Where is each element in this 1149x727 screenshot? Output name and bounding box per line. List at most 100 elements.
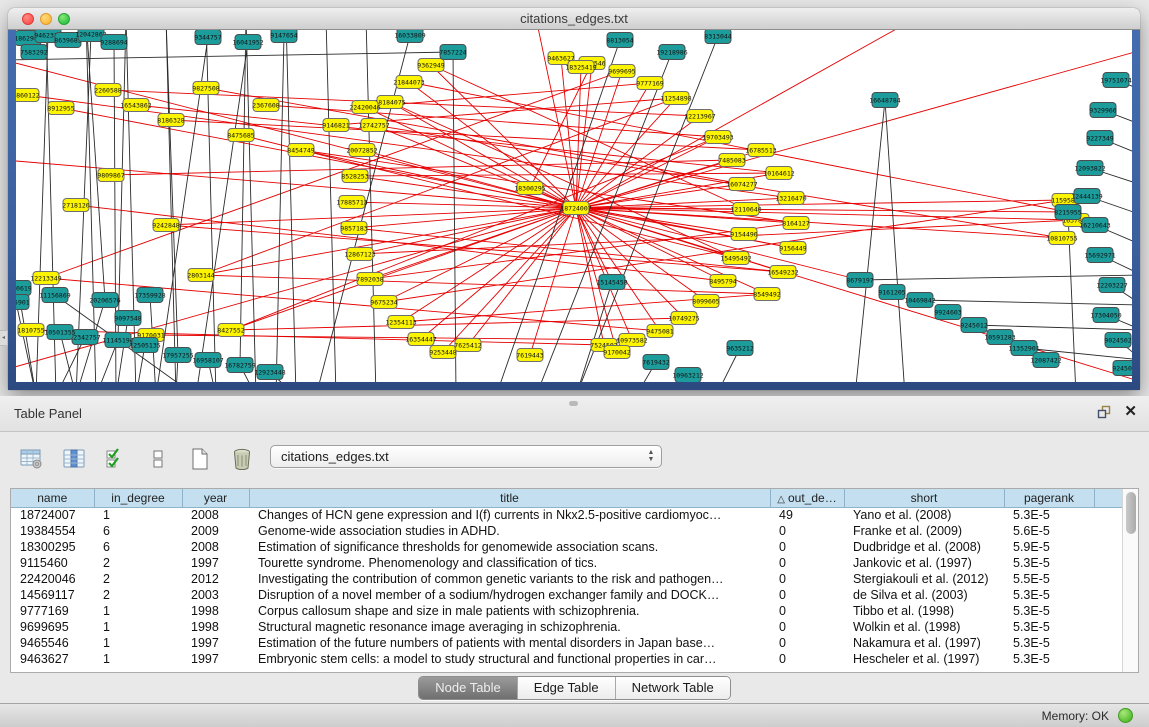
table-cell[interactable]: 1 (94, 603, 182, 619)
network-node[interactable]: 16354447 (405, 333, 436, 346)
network-edge[interactable] (576, 208, 1062, 238)
network-node[interactable]: 19703493 (702, 131, 733, 144)
table-cell[interactable]: 5.3E-5 (1004, 651, 1094, 667)
network-node[interactable]: 12087422 (1030, 353, 1061, 368)
network-node[interactable]: 8475685 (227, 129, 254, 142)
column-header-year[interactable]: year (182, 489, 249, 507)
table-cell[interactable]: 1998 (182, 603, 249, 619)
network-node[interactable]: 18325419 (565, 61, 596, 74)
network-node[interactable]: 1350619 (16, 281, 32, 296)
network-node[interactable]: 12867123 (344, 248, 375, 261)
network-node[interactable]: 16074277 (726, 178, 757, 191)
network-node[interactable]: 3915901 (16, 295, 30, 310)
network-node[interactable]: 16041952 (232, 35, 263, 50)
table-cell[interactable]: 5.3E-5 (1004, 635, 1094, 651)
network-node[interactable]: 9147654 (270, 30, 297, 43)
table-cell[interactable]: de Silva et al. (2003) (844, 587, 1004, 603)
network-edge[interactable] (16, 60, 576, 208)
table-cell[interactable]: 6 (94, 523, 182, 539)
network-node[interactable]: 9777169 (636, 77, 663, 90)
table-cell[interactable]: Corpus callosum shape and size in male p… (249, 603, 770, 619)
network-node[interactable]: 16958107 (192, 353, 223, 368)
table-cell[interactable]: Franke et al. (2009) (844, 523, 1004, 539)
network-edge[interactable] (16, 160, 576, 208)
table-cell[interactable]: 0 (770, 603, 844, 619)
network-node[interactable]: 8495794 (709, 275, 736, 288)
table-cell[interactable]: Jankovic et al. (1997) (844, 555, 1004, 571)
table-cell[interactable]: 1 (94, 651, 182, 667)
table-cell[interactable]: 2009 (182, 523, 249, 539)
table-cell[interactable]: 9777169 (11, 603, 94, 619)
table-cell[interactable]: 0 (770, 571, 844, 587)
table-cell[interactable]: 2008 (182, 507, 249, 523)
network-node[interactable]: 15692971 (1084, 248, 1115, 263)
network-node[interactable]: 9362949 (417, 59, 444, 72)
network-node[interactable]: 10810755 (1046, 232, 1077, 245)
table-cell[interactable]: 5.3E-5 (1004, 603, 1094, 619)
network-node[interactable]: 11156869 (39, 288, 70, 303)
network-node[interactable]: 20072852 (346, 144, 377, 157)
close-panel-icon[interactable]: ✕ (1124, 404, 1137, 420)
network-node[interactable]: 16648784 (869, 93, 900, 108)
network-node[interactable]: 18724007 (560, 202, 591, 215)
table-cell[interactable]: 9463627 (11, 651, 94, 667)
column-header-title[interactable]: title (249, 489, 770, 507)
network-node[interactable]: 17359928 (134, 288, 165, 303)
network-node[interactable]: 16033809 (394, 30, 425, 43)
select-rows-icon[interactable] (102, 446, 130, 472)
network-edge[interactable] (530, 63, 592, 188)
network-node[interactable]: 16543862 (120, 99, 151, 112)
network-node[interactable]: 8679197 (846, 273, 873, 288)
table-cell[interactable]: 2012 (182, 571, 249, 587)
table-settings-icon[interactable] (18, 446, 46, 472)
network-node[interactable]: 8528253 (341, 170, 368, 183)
table-cell[interactable]: 0 (770, 523, 844, 539)
network-node[interactable]: 2367608 (252, 99, 279, 112)
scrollbar-thumb[interactable] (1126, 492, 1136, 534)
table-cell[interactable]: 18724007 (11, 507, 94, 523)
network-node[interactable]: 9288694 (100, 35, 127, 50)
network-node[interactable]: 8215955 (1054, 205, 1081, 220)
table-cell[interactable]: 5.3E-5 (1004, 507, 1094, 523)
splitter-handle[interactable] (569, 401, 578, 406)
network-node[interactable]: 2718120 (62, 199, 89, 212)
network-node[interactable]: 8164127 (782, 217, 809, 230)
network-edge[interactable] (86, 30, 105, 300)
table-cell[interactable]: 6 (94, 539, 182, 555)
network-node[interactable]: 12213967 (684, 110, 715, 123)
network-edge[interactable] (453, 52, 456, 382)
clear-selection-icon[interactable] (144, 446, 172, 472)
network-node[interactable]: 9675234 (370, 296, 397, 309)
network-node[interactable]: 7619432 (642, 355, 669, 370)
network-edge[interactable] (16, 302, 36, 382)
table-cell[interactable]: Estimation of the future numbers of pati… (249, 635, 770, 651)
network-node[interactable]: 7485083 (718, 154, 745, 167)
network-node[interactable]: 9097548 (114, 311, 141, 326)
network-node[interactable]: 12213349 (30, 272, 61, 285)
table-row[interactable]: 1938455462009Genome-wide association stu… (11, 523, 1122, 539)
network-node[interactable]: 9475081 (646, 325, 673, 338)
network-edge[interactable] (421, 208, 576, 339)
network-node[interactable]: 16210643 (1079, 218, 1110, 233)
table-cell[interactable]: Structural magnetic resonance image aver… (249, 619, 770, 635)
table-cell[interactable]: 19384554 (11, 523, 94, 539)
network-edge[interactable] (206, 88, 742, 184)
table-cell[interactable]: Tourette syndrome. Phenomenology and cla… (249, 555, 770, 571)
table-cell[interactable]: 9699695 (11, 619, 94, 635)
table-cell[interactable]: 0 (770, 635, 844, 651)
table-cell[interactable]: 2 (94, 571, 182, 587)
network-edge[interactable] (231, 318, 684, 330)
network-edge[interactable] (116, 318, 128, 382)
table-cell[interactable]: Changes of HCN gene expression and I(f) … (249, 507, 770, 523)
network-node[interactable]: 8912955 (47, 102, 74, 115)
network-node[interactable]: 9156449 (779, 242, 806, 255)
network-node[interactable]: 19218986 (656, 45, 687, 60)
network-edge[interactable] (126, 30, 136, 382)
network-node[interactable]: 9635212 (726, 341, 753, 356)
network-node[interactable]: 10501355 (44, 325, 75, 340)
network-node[interactable]: 8860122 (16, 89, 40, 102)
table-cell[interactable]: 5.3E-5 (1004, 619, 1094, 635)
table-cell[interactable]: 9115460 (11, 555, 94, 571)
network-edge[interactable] (576, 71, 622, 208)
table-cell[interactable]: 1998 (182, 619, 249, 635)
